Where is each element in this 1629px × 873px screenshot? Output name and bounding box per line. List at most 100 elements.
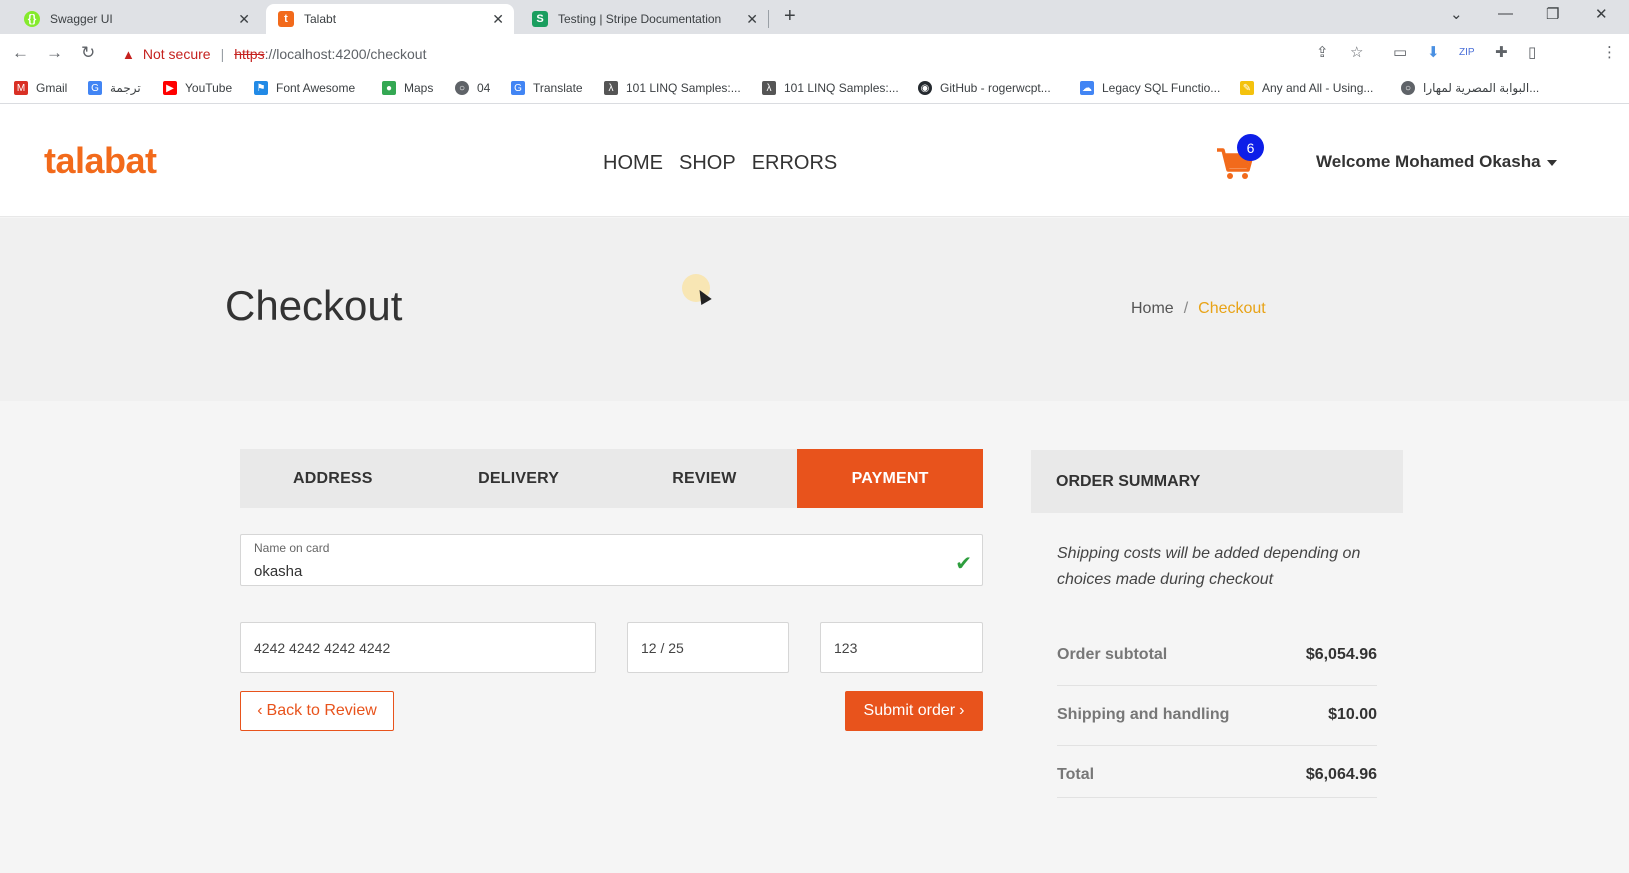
bookmark-youtube[interactable]: ▶ YouTube — [163, 81, 232, 95]
bookmark-04[interactable]: ○ 04 — [455, 81, 490, 95]
nav-home[interactable]: HOME — [603, 152, 663, 175]
new-tab-icon[interactable]: + — [784, 5, 796, 28]
summary-row-shipping: Shipping and handling $10.00 — [1057, 686, 1377, 746]
card-cvc-field[interactable]: 123 — [820, 622, 983, 673]
bookmarks-bar: M Gmail G ترجمة ▶ YouTube ⚑ Font Awesome ● Ma… — [0, 74, 1629, 104]
summary-label: Total — [1057, 766, 1095, 783]
linq-icon: λ — [762, 81, 776, 95]
summary-amount: $6,064.96 — [1305, 766, 1377, 783]
order-summary-title: ORDER SUMMARY — [1056, 473, 1201, 490]
close-icon[interactable]: ✕ — [492, 11, 504, 28]
tab-search-icon[interactable]: ⌄ — [1450, 5, 1463, 23]
summary-amount: $10.00 — [1328, 706, 1377, 723]
github-icon: ◉ — [918, 81, 932, 95]
bookmark-font-awesome[interactable]: ⚑ Font Awesome — [254, 81, 355, 95]
card-number-field[interactable]: 4242 4242 4242 4242 — [240, 622, 596, 673]
nav-shop[interactable]: SHOP — [679, 152, 736, 175]
cast-icon[interactable]: ▭ — [1393, 43, 1407, 61]
name-on-card-field[interactable]: Name on card okasha ✔ — [240, 534, 983, 586]
bookmark-translate-ar[interactable]: G ترجمة — [88, 81, 141, 95]
bookmark-label: GitHub - rogerwcpt... — [940, 81, 1051, 95]
step-delivery[interactable]: DELIVERY — [426, 449, 612, 508]
caret-down-icon — [1546, 159, 1557, 166]
nav-errors[interactable]: ERRORS — [752, 152, 838, 175]
url-bar[interactable]: ▲ Not secure | https ://localhost:4200/c… — [116, 39, 1346, 69]
url-scheme: https — [234, 46, 265, 62]
step-address[interactable]: ADDRESS — [240, 449, 426, 508]
close-icon[interactable]: ✕ — [238, 11, 250, 28]
breadcrumb-separator: / — [1183, 300, 1189, 317]
back-to-review-button[interactable]: ‹ Back to Review — [240, 691, 394, 731]
bookmark-label: البوابة المصرية لمهارا... — [1423, 81, 1540, 95]
font-awesome-icon: ⚑ — [254, 81, 268, 95]
bookmark-any-and-all[interactable]: ✎ Any and All - Using... — [1240, 81, 1373, 95]
minimize-icon[interactable]: — — [1498, 5, 1513, 22]
download-icon[interactable]: ⬇ — [1427, 43, 1440, 61]
security-label: Not secure — [142, 46, 211, 62]
tab-swagger-ui[interactable]: {} Swagger UI ✕ — [12, 4, 260, 34]
maps-icon: ● — [382, 81, 396, 95]
url-path: ://localhost:4200/checkout — [264, 46, 427, 62]
name-on-card-label: Name on card — [254, 541, 330, 555]
puzzle-icon[interactable]: ✚ — [1495, 43, 1508, 61]
translate-icon: G — [88, 81, 102, 95]
cloud-icon: ☁ — [1080, 81, 1094, 95]
step-review[interactable]: REVIEW — [612, 449, 798, 508]
order-summary-header: ORDER SUMMARY — [1031, 450, 1403, 513]
step-payment[interactable]: PAYMENT — [797, 449, 983, 508]
submit-order-button[interactable]: Submit order › — [845, 691, 983, 731]
card-expiry-value: 12 / 25 — [641, 640, 684, 656]
bookmark-gmail[interactable]: M Gmail — [14, 81, 67, 95]
checkout-stepper: ADDRESS DELIVERY REVIEW PAYMENT — [240, 449, 983, 508]
shipping-note: Shipping costs will be added depending o… — [1057, 545, 1361, 588]
zip-extension-icon[interactable]: ZIP — [1459, 47, 1475, 58]
talabat-logo[interactable]: talabat — [44, 140, 157, 182]
summary-amount: $6,054.96 — [1305, 646, 1377, 663]
stripe-docs-icon: S — [532, 11, 548, 27]
summary-label: Order subtotal — [1057, 646, 1168, 663]
tab-title: Talabt — [304, 12, 337, 26]
user-menu-toggle[interactable]: Welcome Mohamed Okasha — [1316, 152, 1557, 172]
name-on-card-value: okasha — [254, 563, 303, 580]
bookmark-linq-1[interactable]: λ 101 LINQ Samples:... — [604, 81, 741, 95]
talabat-icon: t — [278, 11, 294, 27]
card-expiry-field[interactable]: 12 / 25 — [627, 622, 789, 673]
welcome-text: Welcome Mohamed Okasha — [1316, 152, 1541, 171]
bookmark-label: 101 LINQ Samples:... — [784, 81, 899, 95]
share-icon[interactable]: ⇪ — [1316, 43, 1329, 61]
globe-icon: ○ — [1401, 81, 1415, 95]
bookmark-label: Any and All - Using... — [1262, 81, 1374, 95]
checkmark-icon: ✔ — [955, 553, 972, 575]
bookmark-linq-2[interactable]: λ 101 LINQ Samples:... — [762, 81, 899, 95]
cart-count-badge: 6 — [1237, 134, 1264, 161]
side-panel-icon[interactable]: ▯ — [1528, 43, 1536, 61]
summary-row-subtotal: Order subtotal $6,054.96 — [1057, 626, 1377, 686]
summary-row-total: Total $6,064.96 — [1057, 746, 1377, 798]
bookmark-label: Maps — [404, 81, 434, 95]
restore-icon[interactable]: ❐ — [1546, 5, 1559, 23]
main-nav: HOME SHOP ERRORS — [603, 152, 837, 175]
bookmark-translate[interactable]: G Translate — [511, 81, 583, 95]
bookmark-egypt-portal[interactable]: ○ البوابة المصرية لمهارا... — [1401, 81, 1539, 95]
tab-talabt[interactable]: t Talabt ✕ — [266, 4, 514, 34]
forward-arrow-icon[interactable]: → — [46, 43, 63, 63]
breadcrumb-home[interactable]: Home — [1131, 300, 1174, 318]
star-icon[interactable]: ☆ — [1350, 43, 1363, 61]
reload-icon[interactable]: ↻ — [81, 43, 95, 63]
tab-stripe-docs[interactable]: S Testing | Stripe Documentation ✕ — [520, 4, 768, 34]
divider: | — [220, 46, 225, 62]
close-window-icon[interactable]: ✕ — [1595, 5, 1608, 23]
tab-title: Swagger UI — [50, 12, 113, 26]
summary-label: Shipping and handling — [1057, 706, 1230, 723]
bookmark-maps[interactable]: ● Maps — [382, 81, 433, 95]
bookmark-legacy-sql[interactable]: ☁ Legacy SQL Functio... — [1080, 81, 1220, 95]
card-number-value: 4242 4242 4242 4242 — [254, 640, 391, 656]
kebab-menu-icon[interactable]: ⋮ — [1602, 43, 1617, 61]
back-arrow-icon[interactable]: ← — [12, 43, 29, 63]
bookmark-github[interactable]: ◉ GitHub - rogerwcpt... — [918, 81, 1051, 95]
bookmark-label: YouTube — [185, 81, 233, 95]
page-banner: Checkout Home / Checkout — [0, 218, 1629, 401]
card-cvc-value: 123 — [834, 640, 858, 656]
tab-title: Testing | Stripe Documentation — [558, 12, 722, 26]
close-icon[interactable]: ✕ — [746, 11, 758, 28]
